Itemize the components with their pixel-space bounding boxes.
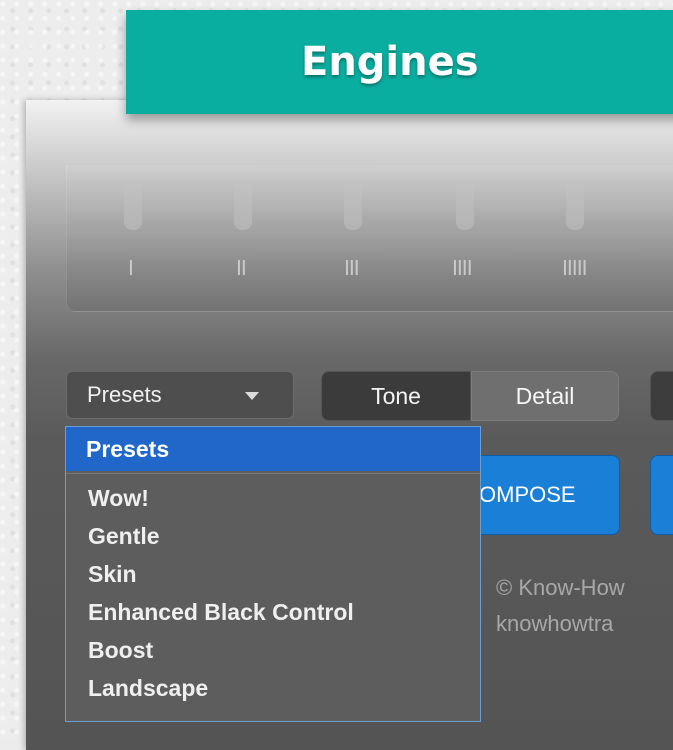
slider-track-1[interactable] [124, 180, 142, 230]
copyright-line-2: knowhowtra [496, 611, 614, 636]
dropdown-option-gentle[interactable]: Gentle [88, 523, 160, 550]
tab-tone-label: Tone [371, 382, 421, 409]
dropdown-option-landscape[interactable]: Landscape [88, 675, 208, 702]
dropdown-option-presets[interactable]: Presets [66, 427, 480, 471]
tick-label-5: IIIII [562, 256, 587, 280]
segment-control-partial[interactable] [650, 371, 673, 421]
page-title: Engines [301, 39, 479, 85]
slider-track-4[interactable] [456, 180, 474, 230]
dropdown-option-wow[interactable]: Wow! [88, 485, 149, 512]
presets-select-value: Presets [87, 382, 162, 407]
tab-tone[interactable]: Tone [321, 371, 471, 421]
title-banner: Engines [126, 10, 673, 114]
dropdown-divider [66, 473, 480, 474]
copyright-text: © Know-How knowhowtra [496, 570, 673, 642]
chevron-down-icon [245, 392, 259, 400]
dropdown-option-skin[interactable]: Skin [88, 561, 137, 588]
tick-label-3: III [344, 256, 360, 280]
dropdown-option-boost[interactable]: Boost [88, 637, 153, 664]
slider-track-2[interactable] [234, 180, 252, 230]
presets-select[interactable]: Presets [66, 371, 294, 419]
slider-track-5[interactable] [566, 180, 584, 230]
compose-button-label: OMPOSE [479, 482, 576, 507]
copyright-line-1: © Know-How [496, 575, 625, 600]
presets-dropdown-menu: Presets Wow! Gentle Skin Enhanced Black … [65, 426, 481, 722]
tick-label-4: IIII [452, 256, 473, 280]
dropdown-option-enhanced-black-control[interactable]: Enhanced Black Control [88, 599, 354, 626]
action-button-partial[interactable] [650, 455, 673, 535]
slider-track-3[interactable] [344, 180, 362, 230]
tick-label-1: I [128, 256, 134, 280]
tick-label-2: II [236, 256, 247, 280]
tab-detail[interactable]: Detail [471, 371, 619, 421]
tab-detail-label: Detail [515, 382, 575, 409]
